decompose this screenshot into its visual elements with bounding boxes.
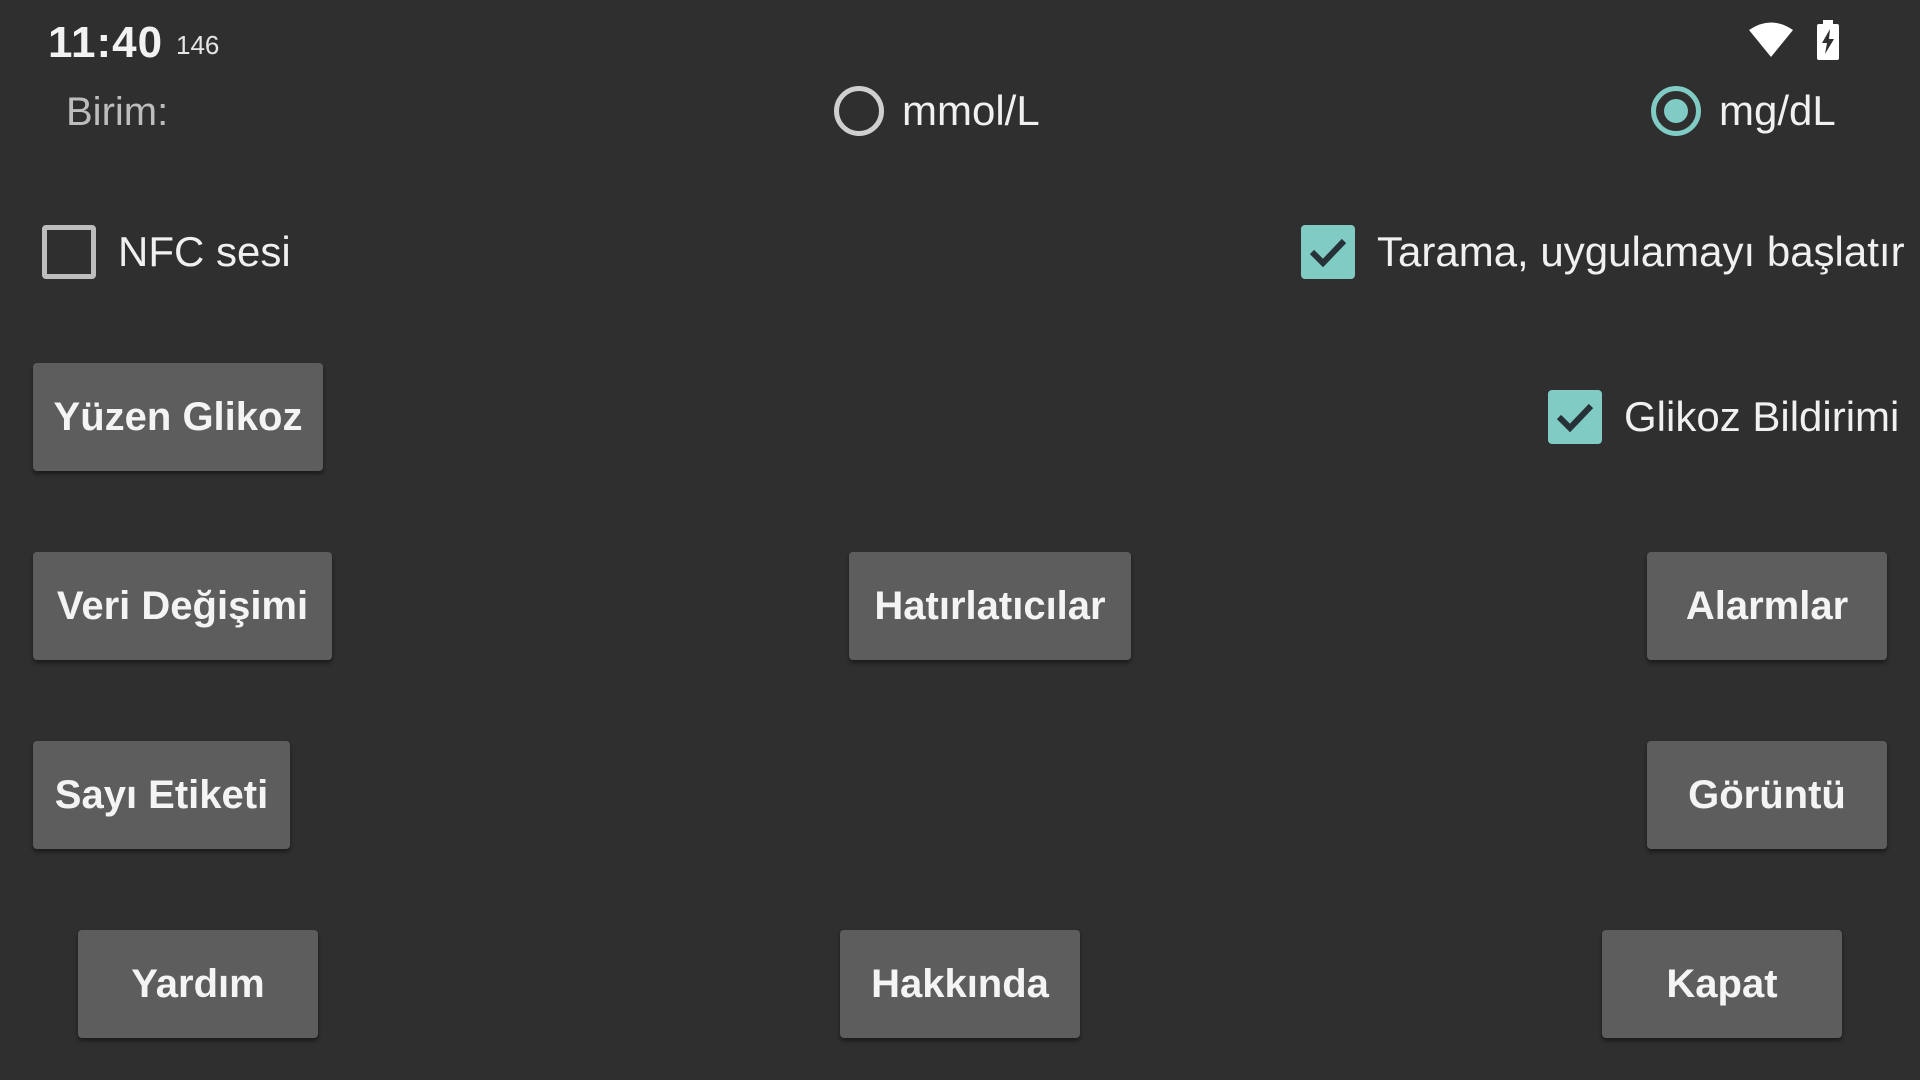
checkbox-nfc-sound-label: NFC sesi — [118, 228, 291, 275]
checkbox-checked-icon — [1548, 390, 1602, 444]
radio-mgdl-label: mg/dL — [1719, 87, 1836, 134]
data-exchange-button[interactable]: Veri Değişimi — [33, 552, 332, 660]
reminders-button[interactable]: Hatırlatıcılar — [849, 552, 1131, 660]
status-icons — [1748, 20, 1840, 65]
checkbox-scan-starts-app-label: Tarama, uygulamayı başlatır — [1377, 228, 1905, 275]
about-button[interactable]: Hakkında — [840, 930, 1080, 1038]
checkbox-glucose-notification-label: Glikoz Bildirimi — [1624, 393, 1900, 440]
checkbox-glucose-notification[interactable]: Glikoz Bildirimi — [1548, 390, 1899, 444]
radio-mgdl[interactable]: mg/dL — [1651, 86, 1836, 136]
radio-unchecked-icon — [834, 86, 884, 136]
alarms-button[interactable]: Alarmlar — [1647, 552, 1887, 660]
wifi-icon — [1748, 21, 1794, 64]
status-extra: 146 — [176, 30, 220, 60]
checkbox-scan-starts-app[interactable]: Tarama, uygulamayı başlatır — [1301, 225, 1905, 279]
radio-mmol[interactable]: mmol/L — [834, 86, 1040, 136]
unit-label: Birim: — [66, 90, 169, 134]
radio-mmol-label: mmol/L — [902, 87, 1040, 134]
checkbox-unchecked-icon — [42, 225, 96, 279]
status-time: 11:40 — [48, 18, 164, 67]
checkbox-checked-icon — [1301, 225, 1355, 279]
close-button[interactable]: Kapat — [1602, 930, 1842, 1038]
number-label-button[interactable]: Sayı Etiketi — [33, 741, 290, 849]
settings-screen: 11:40 146 Birim: mmol/L mg/dL NFC sesi T… — [0, 0, 1920, 1080]
help-button[interactable]: Yardım — [78, 930, 318, 1038]
floating-glucose-button[interactable]: Yüzen Glikoz — [33, 363, 323, 471]
display-button[interactable]: Görüntü — [1647, 741, 1887, 849]
checkbox-nfc-sound[interactable]: NFC sesi — [42, 225, 291, 279]
radio-checked-icon — [1651, 86, 1701, 136]
battery-charging-icon — [1816, 20, 1840, 65]
